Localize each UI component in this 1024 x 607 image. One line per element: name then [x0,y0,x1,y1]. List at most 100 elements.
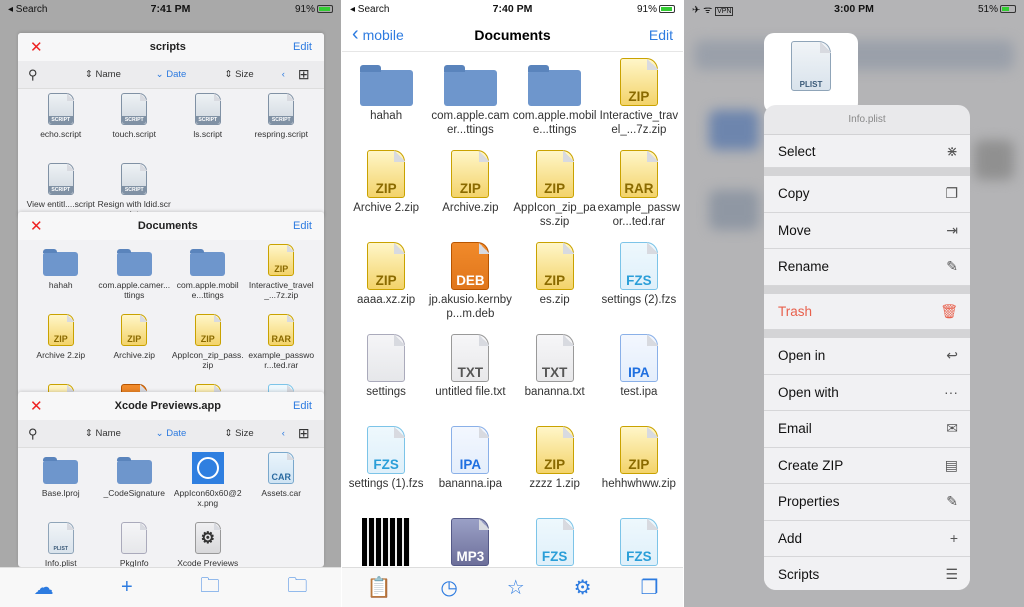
file-item[interactable]: ZIP zzzz 1.zip [513,426,597,518]
sort-name[interactable]: ⇕ Name [69,428,137,439]
folder-icon [528,64,582,106]
file-item[interactable]: ZIP Interactive_travel_...7z.zip [245,244,319,314]
sort-size[interactable]: ⇕ Size [205,428,273,439]
file-item[interactable]: hahah [344,58,428,150]
ipa-file-icon: IPA [451,426,490,474]
file-item[interactable]: FZS settings (2).fzs [597,242,681,334]
sort-date[interactable]: ⌄ Date [137,428,205,439]
file-item[interactable]: SCRIPT echo.script [24,93,98,163]
file-item[interactable]: ZIP Archive.zip [428,150,512,242]
file-item[interactable]: ZIP hehhwhww.zip [597,426,681,518]
file-name: echo.script [40,129,82,139]
chevron-left-icon[interactable]: ‹ [273,69,293,80]
clock-icon[interactable]: ◷ [440,575,457,600]
file-item[interactable]: Base.lproj [24,452,98,522]
file-item[interactable]: SCRIPT ls.script [171,93,245,163]
star-icon[interactable]: ☆ [507,575,525,600]
file-item[interactable]: TXT untitled file.txt [428,334,512,426]
menu-item-add[interactable]: Add + [764,520,970,557]
close-icon[interactable]: ✕ [30,38,43,56]
file-item[interactable]: ZIP aaaa.xz.zip [344,242,428,334]
file-item[interactable]: ZIP AppIcon_zip_pass.zip [513,150,597,242]
search-icon[interactable]: ⚲ [28,67,69,83]
menu-item-scripts[interactable]: Scripts ☰ [764,557,970,590]
menu-item-open-with[interactable]: Open with ··· [764,374,970,411]
sort-size[interactable]: ⇕ Size [205,69,273,80]
menu-item-create-zip[interactable]: Create ZIP ▤ [764,447,970,484]
menu-item-select[interactable]: Select ⋇ [764,135,970,168]
file-item[interactable]: SCRIPT touch.script [98,93,172,163]
browser-card[interactable]: ✕ Documents Edit hahah com.apple.camer...tt… [18,212,324,396]
file-item[interactable]: ZIP Archive.zip [98,314,172,384]
file-item[interactable]: RAR example_passwor...ted.rar [245,314,319,384]
menu-item-trash[interactable]: Trash 🗑 [764,293,970,330]
file-item[interactable]: SCRIPT respring.script [245,93,319,163]
file-name: jp.akusio.kernbyp...m.deb [428,294,512,320]
rar-file-icon: RAR [619,150,658,198]
file-item[interactable]: _CodeSignature [98,452,172,522]
file-item[interactable]: DEB jp.akusio.kernbyp...m.deb [428,242,512,334]
back-button[interactable]: ‹ mobile [352,23,404,46]
windows-icon[interactable]: ❐ [641,575,659,600]
file-name: hahah [370,110,403,122]
file-name: test.ipa [620,386,658,398]
menu-item-open-in[interactable]: Open in ↩ [764,338,970,375]
file-item[interactable]: com.apple.camer...ttings [98,244,172,314]
file-item[interactable]: IPA test.ipa [597,334,681,426]
file-item[interactable]: hahah [24,244,98,314]
script-file-icon: SCRIPT [121,93,148,125]
file-item[interactable]: RAR example_passwor...ted.rar [597,150,681,242]
sort-date[interactable]: ⌄ Date [137,69,205,80]
sort-name[interactable]: ⇕ Name [69,69,137,80]
file-item[interactable]: AppIcon60x60@2x.png [171,452,245,522]
edit-button[interactable]: Edit [293,220,312,232]
file-item[interactable]: settings [344,334,428,426]
file-item[interactable]: FZS settings (1).fzs [344,426,428,518]
menu-item-properties[interactable]: Properties ✎ [764,484,970,521]
file-item[interactable]: TXT bananna.txt [513,334,597,426]
browser-card[interactable]: ✕ scripts Edit ⚲ ⇕ Name ⌄ Date ⇕ Size ‹ ⊞ SCRIP… [18,33,324,218]
file-item[interactable]: com.apple.mobile...ttings [513,58,597,150]
menu-item-email[interactable]: Email ✉ [764,411,970,448]
file-item[interactable]: com.apple.camer...ttings [428,58,512,150]
rar-file-icon: RAR [268,314,295,346]
properties-icon: ✎ [946,493,958,510]
grid-view-icon[interactable]: ⊞ [294,66,314,83]
file-item[interactable]: CAR Assets.car [245,452,319,522]
folder-music-icon[interactable]: 🗀 [287,571,307,605]
scripts-icon: ☰ [945,566,958,583]
file-item[interactable]: IPA bananna.ipa [428,426,512,518]
clipboard-icon[interactable]: 📋 [366,575,391,600]
add-icon[interactable]: + [121,576,133,599]
file-item[interactable]: ⚙ Xcode Previews [171,522,245,567]
file-item[interactable]: ZIP es.zip [513,242,597,334]
cloud-icon[interactable]: ☁ [34,575,54,600]
file-item[interactable]: PLIST Info.plist [24,522,98,567]
file-item[interactable]: ZIP Archive 2.zip [344,150,428,242]
file-name: View entitl....script [26,199,95,209]
close-icon[interactable]: ✕ [30,217,43,235]
edit-button[interactable]: Edit [293,41,312,53]
edit-button[interactable]: Edit [293,400,312,412]
chevron-left-icon[interactable]: ‹ [273,428,293,439]
file-item[interactable]: SCRIPT View entitl....script [24,163,98,218]
close-icon[interactable]: ✕ [30,397,43,415]
folder-app-icon[interactable]: 🗀 [200,571,220,605]
file-item[interactable]: SCRIPTResign with ldid.script [98,163,172,218]
menu-item-copy[interactable]: Copy ❐ [764,176,970,213]
gear-icon[interactable]: ⚙ [574,575,592,600]
file-name: bananna.txt [524,386,585,398]
browser-card[interactable]: ✕ Xcode Previews.app Edit ⚲ ⇕ Name ⌄ Date ⇕ S… [18,392,324,567]
grid-view-icon[interactable]: ⊞ [294,425,314,442]
search-icon[interactable]: ⚲ [28,426,69,442]
file-item[interactable]: PkgInfo [98,522,172,567]
edit-button[interactable]: Edit [649,27,673,43]
file-item[interactable]: ZIP Archive 2.zip [24,314,98,384]
file-item[interactable]: ZIP AppIcon_zip_pass.zip [171,314,245,384]
menu-item-rename[interactable]: Rename ✎ [764,249,970,286]
menu-item-move[interactable]: Move ⇥ [764,212,970,249]
file-item[interactable]: ZIP Interactive_travel_...7z.zip [597,58,681,150]
plain-file-icon [367,334,406,382]
file-item[interactable]: com.apple.mobile...ttings [171,244,245,314]
file-name: Interactive_travel_...7z.zip [599,110,679,136]
